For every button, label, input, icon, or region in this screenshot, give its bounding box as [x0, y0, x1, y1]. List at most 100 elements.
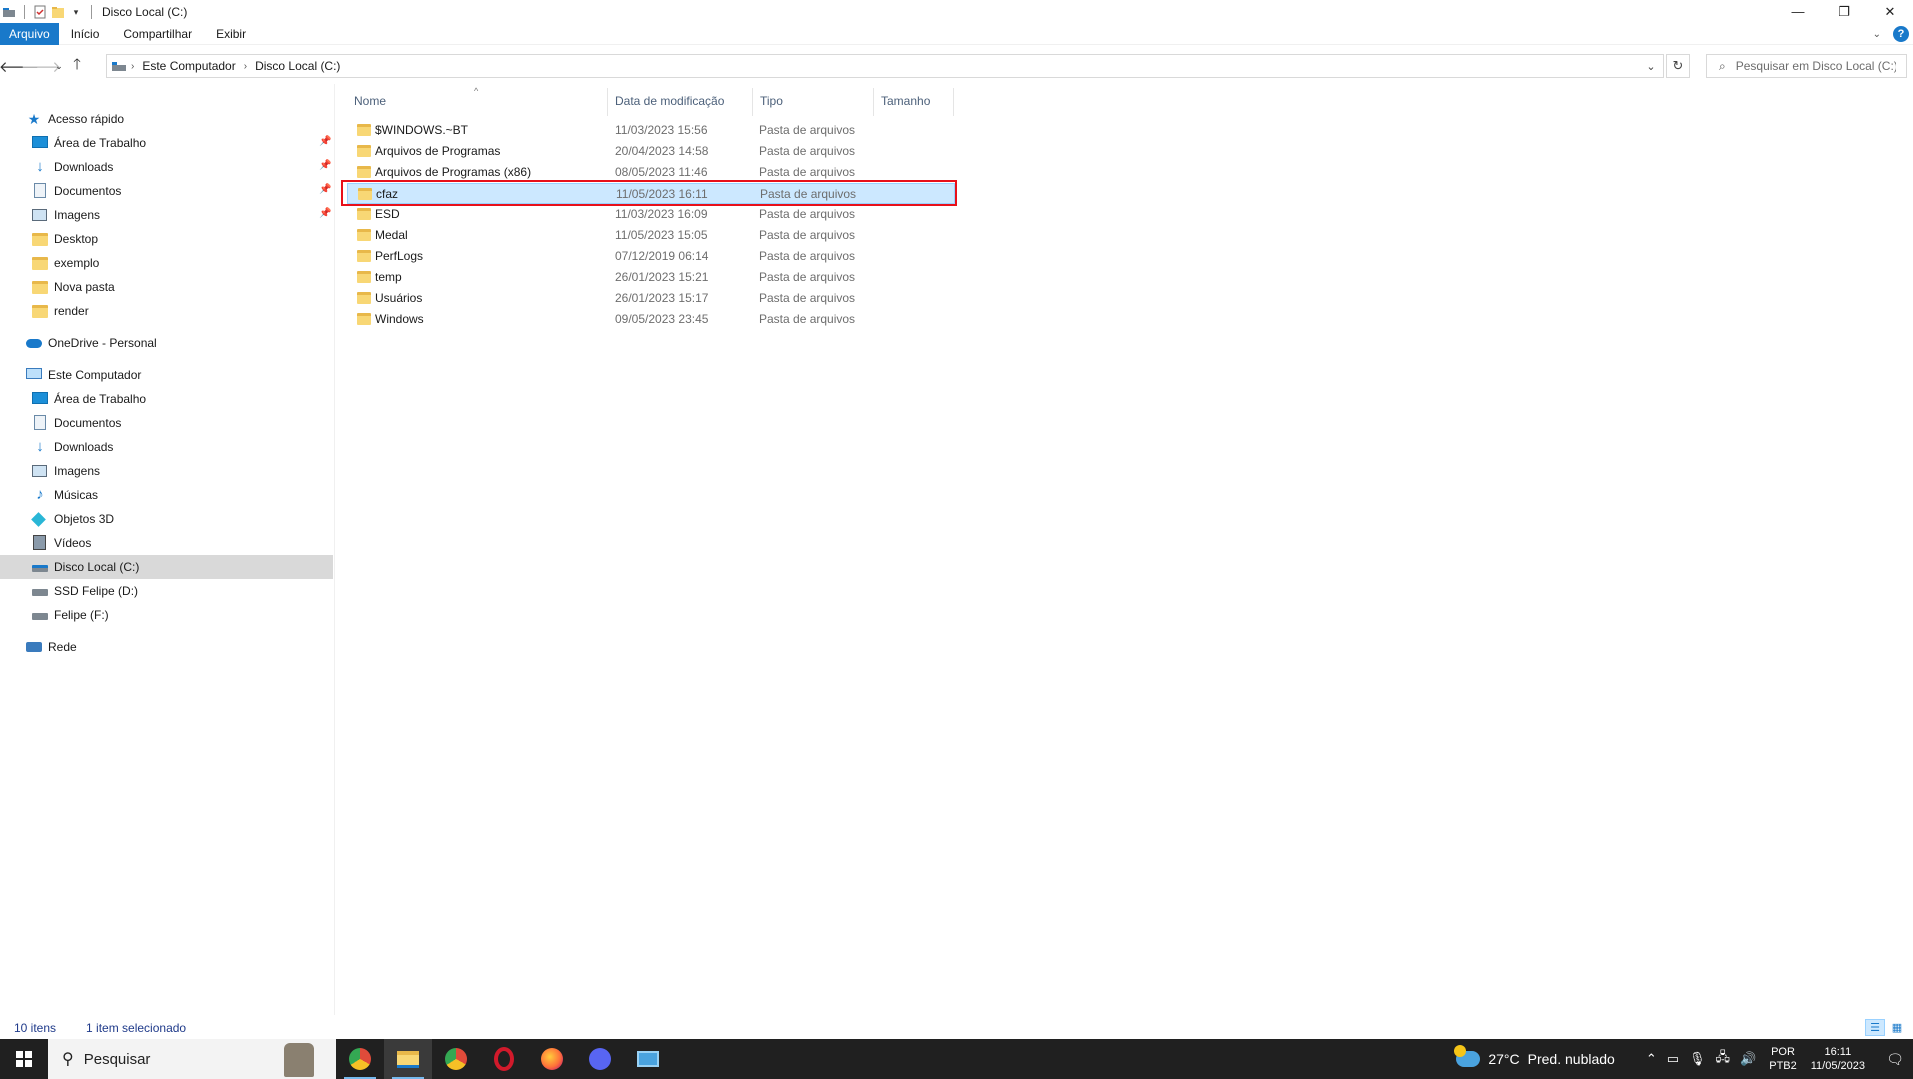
file-row[interactable]: PerfLogs 07/12/2019 06:14 Pasta de arqui…: [347, 246, 955, 267]
nav-quick-documentos[interactable]: Documentos 📌: [0, 179, 333, 203]
explorer-app-icon[interactable]: [2, 5, 16, 19]
address-bar[interactable]: › Este Computador › Disco Local (C:) ⌄: [106, 54, 1664, 78]
nav-quick-exemplo[interactable]: exemplo: [0, 251, 333, 275]
start-button[interactable]: [0, 1039, 48, 1079]
nav-quick-imagens[interactable]: Imagens 📌: [0, 203, 333, 227]
maximize-button[interactable]: ❐: [1821, 0, 1867, 23]
chevron-up-icon[interactable]: ⌃: [1646, 1051, 1657, 1067]
breadcrumb-chevron-icon[interactable]: ›: [127, 61, 138, 72]
pin-icon[interactable]: 📌: [319, 136, 331, 147]
nav-quick-access[interactable]: ★ Acesso rápido: [0, 107, 333, 131]
firefox-icon: [541, 1048, 563, 1070]
search-input[interactable]: [1735, 59, 1896, 73]
nav-pc-ssd-felipe-d[interactable]: SSD Felipe (D:): [0, 579, 333, 603]
tab-inicio[interactable]: Início: [59, 23, 112, 45]
window-title: Disco Local (C:): [102, 4, 188, 19]
pin-icon[interactable]: 📌: [319, 160, 331, 171]
minimize-button[interactable]: —: [1775, 0, 1821, 23]
file-row[interactable]: temp 26/01/2023 15:21 Pasta de arquivos: [347, 267, 955, 288]
file-row[interactable]: ESD 11/03/2023 16:09 Pasta de arquivos: [347, 204, 955, 225]
download-icon: ↓: [36, 438, 44, 455]
large-icons-view-icon[interactable]: ▦: [1887, 1019, 1907, 1036]
nav-pc-imagens[interactable]: Imagens: [0, 459, 333, 483]
weather-temp[interactable]: 27°C: [1488, 1051, 1519, 1067]
clock[interactable]: 16:11 11/05/2023: [1811, 1045, 1865, 1073]
taskbar-search[interactable]: ⚲ Pesquisar: [48, 1039, 336, 1079]
tab-exibir[interactable]: Exibir: [204, 23, 258, 45]
help-icon[interactable]: ?: [1893, 26, 1909, 42]
search-icon: ⚲: [62, 1051, 74, 1068]
column-header-tamanho[interactable]: Tamanho: [873, 90, 953, 112]
nav-rede[interactable]: Rede: [0, 635, 333, 659]
status-selection: 1 item selecionado: [86, 1020, 187, 1035]
nav-label: Objetos 3D: [54, 512, 115, 526]
expand-ribbon-chevron-icon[interactable]: ⌄: [1873, 29, 1881, 40]
nav-pc-documentos[interactable]: Documentos: [0, 411, 333, 435]
file-row[interactable]: Arquivos de Programas 20/04/2023 14:58 P…: [347, 141, 955, 162]
taskbar-app-file-explorer[interactable]: [384, 1039, 432, 1079]
nav-pc-musicas[interactable]: ♪ Músicas: [0, 483, 333, 507]
nav-onedrive[interactable]: OneDrive - Personal: [0, 331, 333, 355]
file-date: 11/03/2023 16:09: [615, 207, 708, 221]
file-row[interactable]: Medal 11/05/2023 15:05 Pasta de arquivos: [347, 225, 955, 246]
file-row-selected[interactable]: cfaz 11/05/2023 16:11 Pasta de arquivos: [347, 183, 955, 204]
properties-icon[interactable]: [33, 5, 47, 19]
nav-quick-area-de-trabalho[interactable]: Área de Trabalho 📌: [0, 131, 333, 155]
nav-pc-area-de-trabalho[interactable]: Área de Trabalho: [0, 387, 333, 411]
tab-arquivo[interactable]: Arquivo: [0, 22, 59, 45]
tab-compartilhar[interactable]: Compartilhar: [111, 23, 204, 45]
file-row[interactable]: Arquivos de Programas (x86) 08/05/2023 1…: [347, 162, 955, 183]
column-header-data[interactable]: Data de modificação: [607, 90, 752, 112]
column-header-nome[interactable]: Nome: [346, 90, 607, 112]
taskbar-app-chrome-profile[interactable]: [336, 1039, 384, 1079]
nav-quick-nova-pasta[interactable]: Nova pasta: [0, 275, 333, 299]
new-folder-icon[interactable]: [51, 5, 65, 19]
refresh-button[interactable]: ↻: [1666, 54, 1690, 78]
file-type: Pasta de arquivos: [759, 291, 856, 305]
nav-pc-felipe-f[interactable]: Felipe (F:): [0, 603, 333, 627]
file-row[interactable]: Usuários 26/01/2023 15:17 Pasta de arqui…: [347, 288, 955, 309]
nav-pc-downloads[interactable]: ↓ Downloads: [0, 435, 333, 459]
up-button[interactable]: 🡑: [66, 55, 88, 79]
nav-pc-videos[interactable]: Vídeos: [0, 531, 333, 555]
volume-icon[interactable]: 🔊: [1740, 1051, 1756, 1067]
column-header-tipo[interactable]: Tipo: [752, 90, 873, 112]
address-dropdown-chevron-icon[interactable]: ⌄: [1639, 55, 1663, 77]
language-indicator[interactable]: POR PTB2: [1769, 1045, 1797, 1073]
column-divider[interactable]: [953, 88, 954, 116]
weather-cloud-icon[interactable]: [1454, 1045, 1481, 1067]
taskbar-app-discord[interactable]: [576, 1039, 624, 1079]
close-button[interactable]: ✕: [1867, 0, 1913, 23]
taskbar-app-window[interactable]: [624, 1039, 672, 1079]
breadcrumb-este-computador[interactable]: Este Computador: [138, 59, 239, 73]
file-row[interactable]: Windows 09/05/2023 23:45 Pasta de arquiv…: [347, 309, 955, 330]
folder-icon: [357, 250, 371, 262]
microphone-icon[interactable]: 🎙: [1689, 1051, 1706, 1067]
search-box[interactable]: ⌕: [1706, 54, 1907, 78]
nav-este-computador[interactable]: Este Computador: [0, 363, 333, 387]
taskbar-app-chrome[interactable]: [432, 1039, 480, 1079]
nav-pc-disco-local-c[interactable]: Disco Local (C:): [0, 555, 333, 579]
breadcrumb-disco-local[interactable]: Disco Local (C:): [251, 59, 344, 73]
meet-now-icon[interactable]: ▭: [1667, 1051, 1679, 1067]
customize-toolbar-chevron-icon[interactable]: ▾: [69, 5, 83, 19]
search-highlight-image: [284, 1043, 314, 1077]
pin-icon[interactable]: 📌: [319, 208, 331, 219]
file-row[interactable]: $WINDOWS.~BT 11/03/2023 15:56 Pasta de a…: [347, 120, 955, 141]
nav-quick-render[interactable]: render: [0, 299, 333, 323]
notification-center-icon[interactable]: 🗨: [1877, 1039, 1913, 1079]
nav-quick-desktop[interactable]: Desktop: [0, 227, 333, 251]
navigation-pane-divider[interactable]: [334, 84, 335, 1015]
taskbar-app-opera[interactable]: [480, 1039, 528, 1079]
forward-button[interactable]: 🡒: [21, 55, 61, 79]
details-view-icon[interactable]: ☰: [1865, 1019, 1885, 1036]
network-icon[interactable]: 🖧: [1716, 1048, 1731, 1070]
nav-quick-downloads[interactable]: ↓ Downloads 📌: [0, 155, 333, 179]
pictures-icon: [32, 463, 48, 479]
breadcrumb-chevron-icon[interactable]: ›: [240, 61, 251, 72]
pin-icon[interactable]: 📌: [319, 184, 331, 195]
nav-pc-objetos-3d[interactable]: Objetos 3D: [0, 507, 333, 531]
weather-desc[interactable]: Pred. nublado: [1528, 1051, 1615, 1067]
recent-locations-chevron-icon[interactable]: ⌄: [52, 55, 66, 79]
taskbar-app-firefox[interactable]: [528, 1039, 576, 1079]
